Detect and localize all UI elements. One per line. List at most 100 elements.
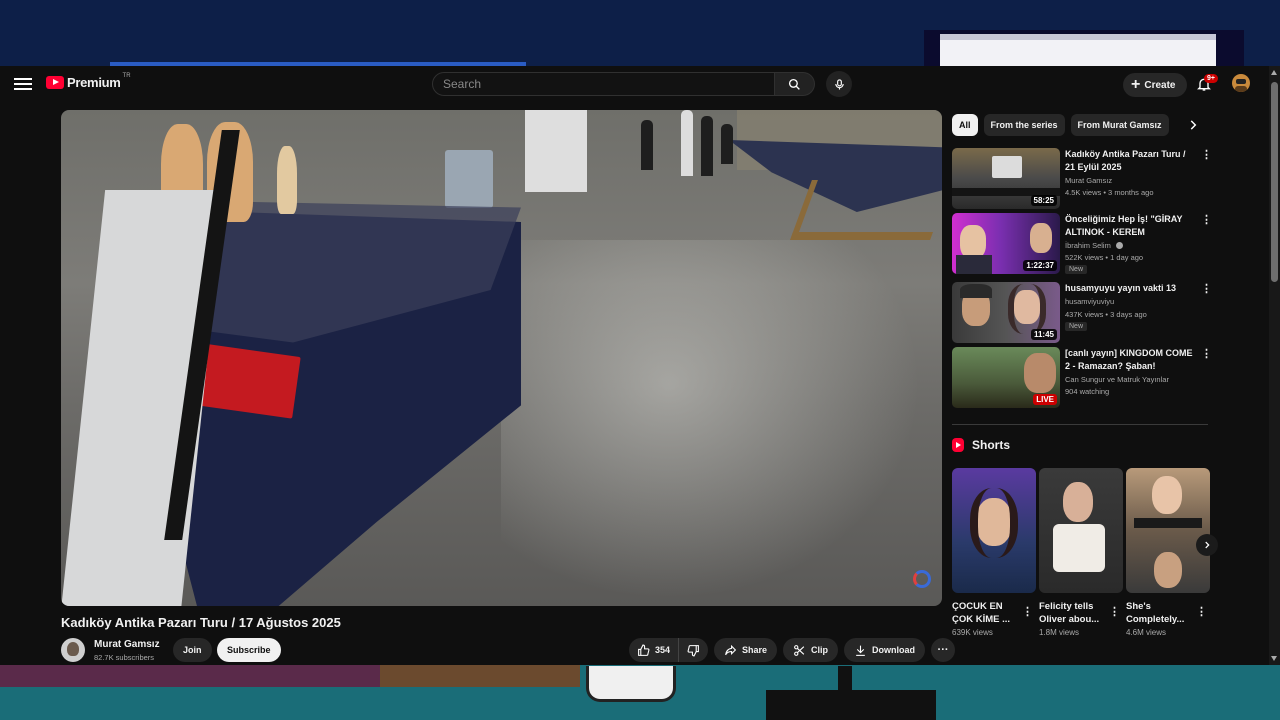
short-views: 1.8M views [1039,628,1080,637]
short-thumbnail [1126,468,1210,593]
account-avatar[interactable] [1232,74,1250,92]
more-vert-icon[interactable]: ⋮ [1196,605,1207,618]
video-meta: 904 watching [1065,387,1110,396]
desktop-strip-mid [380,665,580,687]
voice-search-button[interactable] [826,71,852,97]
recommended-video[interactable]: 1:22:37 Önceliğimiz Hep İş! "GİRAY ALTIN… [952,213,1212,275]
short-item[interactable]: She's Completely... 4.6M views ⋮ [1126,468,1210,637]
thumbs-down-icon [687,644,699,656]
more-vert-icon[interactable]: ⋮ [1201,150,1212,164]
video-player[interactable] [61,110,942,606]
share-label: Share [742,645,768,655]
search-input[interactable]: Search [432,72,775,96]
shorts-shelf-header: Shorts [952,438,1010,452]
scroll-up-arrow-icon[interactable] [1271,70,1277,75]
search-icon [788,78,800,90]
video-thumbnail: LIVE [952,347,1060,408]
short-thumbnail [1039,468,1123,593]
desktop-strip-left [0,665,380,687]
shorts-title: Shorts [972,438,1011,452]
video-frame-people [621,110,741,180]
page-scrollbar[interactable] [1269,66,1280,665]
video-duration: 11:45 [1030,329,1057,340]
scrollbar-thumb[interactable] [1271,82,1278,282]
short-item[interactable]: ÇOCUK EN ÇOK KİME ... 639K views ⋮ [952,468,1036,637]
video-thumbnail: 11:45 [952,282,1060,343]
create-button[interactable]: + Create [1123,73,1188,97]
short-item[interactable]: Felicity tells Oliver abou... 1.8M views… [1039,468,1123,637]
short-title: ÇOCUK EN ÇOK KİME ... [952,601,1011,625]
video-duration: 1:22:37 [1023,260,1057,271]
scissors-icon [794,644,805,656]
notification-badge: 9+ [1204,74,1218,83]
video-frame-crate [445,150,493,208]
more-vert-icon[interactable]: ⋮ [1201,284,1212,298]
video-title: Kadıköy Antika Pazarı Turu / 21 Eylül 20… [1065,149,1186,172]
like-dislike-group: 354 [629,638,709,662]
game-logo-image [958,367,1022,387]
more-vert-icon[interactable]: ⋮ [1201,349,1212,363]
new-badge: New [1065,322,1088,331]
logo-country-code: TR [122,73,131,79]
video-meta: 437K views • 3 days ago [1065,310,1147,319]
chip-all[interactable]: All [952,114,978,136]
thumbs-up-icon [638,644,650,656]
section-divider [952,424,1208,425]
short-title: She's Completely... [1126,601,1185,625]
clip-label: Clip [811,645,829,655]
channel-name[interactable]: Murat Gamsız [94,639,160,650]
channel-name-text: İbrahim Selim [1065,241,1111,250]
video-frame-floor [501,240,921,600]
recommended-video[interactable]: 11:45 husamyuyu yayın vakti 13 husamviyu… [952,282,1212,344]
download-button[interactable]: Download [844,638,926,662]
shorts-next-button[interactable] [1196,534,1218,556]
recommended-video[interactable]: LIVE [canlı yayın] KINGDOM COME 2 - Rama… [952,347,1212,409]
dislike-button[interactable] [679,638,708,662]
video-duration: 58:25 [1030,195,1057,206]
channel-avatar[interactable] [61,638,85,662]
more-actions-icon[interactable]: ··· [931,638,956,662]
share-icon [725,644,737,655]
clip-button[interactable]: Clip [783,638,839,662]
logo-text: Premium [67,75,121,90]
more-vert-icon[interactable]: ⋮ [1201,215,1212,229]
search-button[interactable] [775,72,815,96]
channel-name: Murat Gamsız [1065,176,1113,185]
chip-from-channel[interactable]: From Murat Gamsız [1070,114,1169,136]
menu-icon[interactable] [14,75,32,93]
video-title: Kadıköy Antika Pazarı Turu / 17 Ağustos … [61,615,341,630]
channel-watermark-icon[interactable] [913,570,931,588]
video-frame-table-legs [790,180,942,240]
channel-name: İbrahim Selim [1065,241,1123,250]
pixel-lamp-neck [838,666,852,692]
chevron-right-icon[interactable] [1186,118,1200,132]
channel-name: husamviyuviyu [1065,297,1115,306]
desktop-pixel-window-inner [940,34,1216,66]
video-thumbnail: 58:25 [952,148,1060,209]
shorts-icon [952,438,964,452]
scroll-down-arrow-icon[interactable] [1271,656,1277,661]
video-frame-pillar [525,110,587,192]
video-frame-statue-3 [277,146,297,214]
video-title: [canlı yayın] KINGDOM COME 2 - Ramazan? … [1065,348,1193,371]
share-button[interactable]: Share [714,638,778,662]
youtube-logo[interactable]: Premium TR [46,73,131,90]
chip-from-series[interactable]: From the series [983,114,1065,136]
short-views: 639K views [952,628,993,637]
video-thumbnail: 1:22:37 [952,213,1060,274]
video-title: husamyuyu yayın vakti 13 [1065,283,1177,293]
channel-name: Can Sungur ve Matruk Yayınlar [1065,375,1169,384]
masthead: Premium TR Search + Create 9+ [0,66,1280,104]
download-label: Download [872,645,916,655]
join-button[interactable]: Join [173,638,212,662]
short-thumbnail [952,468,1036,593]
pixel-hand-icon [586,666,676,702]
plus-icon: + [1131,76,1141,93]
like-button[interactable]: 354 [629,638,680,662]
filter-chips: All From the series From Murat Gamsız [952,114,1169,136]
subscribe-button[interactable]: Subscribe [217,638,281,662]
recommended-video[interactable]: 58:25 Kadıköy Antika Pazarı Turu / 21 Ey… [952,148,1212,210]
more-vert-icon[interactable]: ⋮ [1022,605,1033,618]
more-vert-icon[interactable]: ⋮ [1109,605,1120,618]
browser-window: Premium TR Search + Create 9+ Kadıköy An… [0,66,1280,665]
